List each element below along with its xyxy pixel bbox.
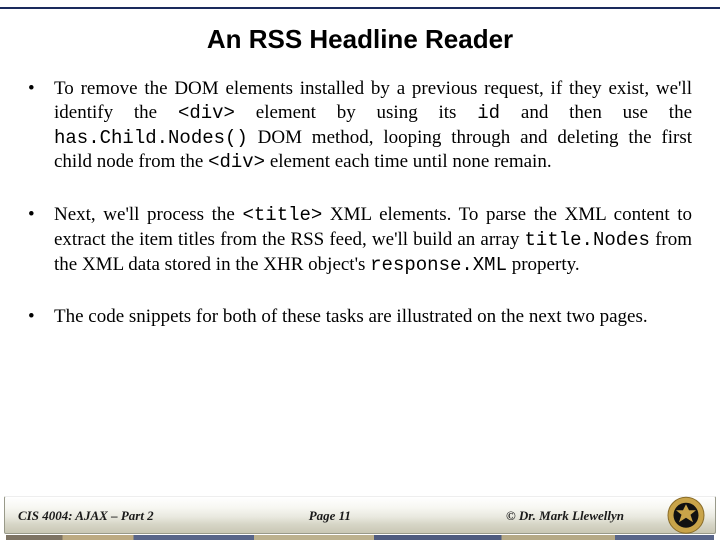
text: and then use the xyxy=(500,102,692,123)
bullet-list: To remove the DOM elements installed by … xyxy=(28,77,692,329)
code-span: id xyxy=(477,102,500,124)
slide-title: An RSS Headline Reader xyxy=(28,24,692,55)
code-span: title.Nodes xyxy=(525,229,650,251)
top-rule xyxy=(0,7,720,9)
footer-row: CIS 4004: AJAX – Part 2 Page 11 © Dr. Ma… xyxy=(18,492,624,540)
footer-page: Page 11 xyxy=(309,508,351,524)
text: The code snippets for both of these task… xyxy=(54,306,648,327)
code-span: <title> xyxy=(242,204,322,226)
ucf-logo-icon xyxy=(666,495,706,535)
code-span: <div> xyxy=(208,151,265,173)
footer-decoration xyxy=(6,535,714,540)
text: property. xyxy=(507,254,580,275)
footer-course: CIS 4004: AJAX – Part 2 xyxy=(18,508,154,524)
footer-author: © Dr. Mark Llewellyn xyxy=(506,508,624,524)
bullet-item: Next, we'll process the <title> XML elem… xyxy=(28,203,692,277)
footer: CIS 4004: AJAX – Part 2 Page 11 © Dr. Ma… xyxy=(0,492,720,540)
bullet-item: To remove the DOM elements installed by … xyxy=(28,77,692,175)
code-span: response.XML xyxy=(370,254,507,276)
bullet-item: The code snippets for both of these task… xyxy=(28,305,692,329)
slide-body: An RSS Headline Reader To remove the DOM… xyxy=(0,10,720,492)
code-span: <div> xyxy=(178,102,235,124)
text: Next, we'll process the xyxy=(54,204,242,225)
code-span: has.Child.Nodes() xyxy=(54,127,248,149)
text: element each time until none remain. xyxy=(265,151,551,172)
text: element by using its xyxy=(235,102,477,123)
